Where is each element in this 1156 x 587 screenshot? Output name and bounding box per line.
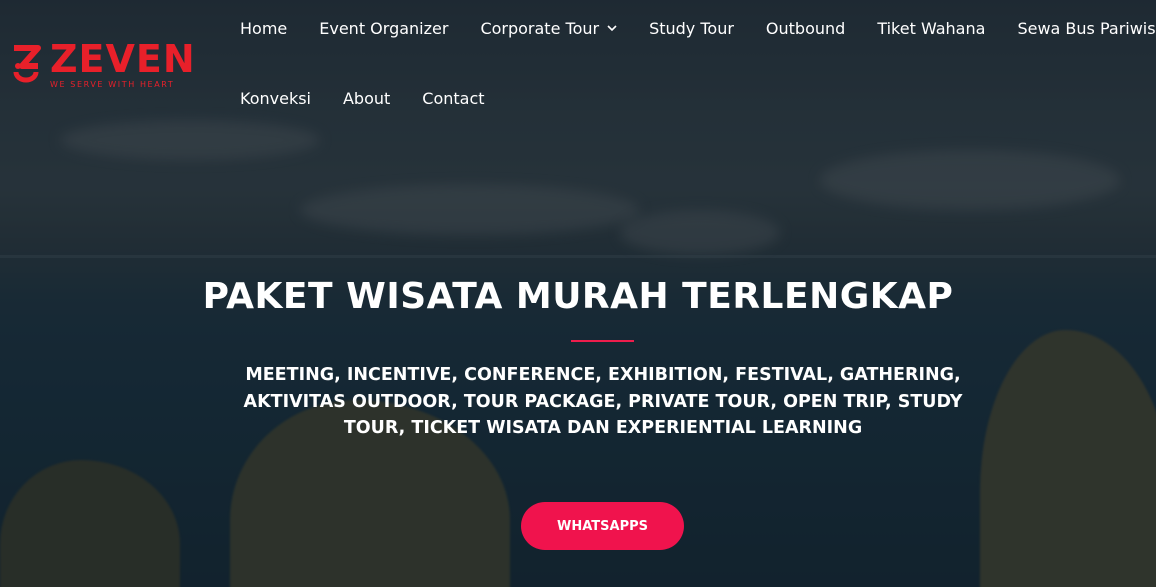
nav-item-konveksi[interactable]: Konveksi [224,89,327,108]
hero-title: PAKET WISATA MURAH TERLENGKAP [202,276,954,317]
nav-item-tiket-wahana[interactable]: Tiket Wahana [861,19,1001,38]
nav-item-home[interactable]: Home [224,19,303,38]
nav-label: Contact [422,88,485,108]
zeven-logo-mark-icon [13,44,41,82]
nav-item-sewa-bus-pariwisata[interactable]: Sewa Bus Pariwisata [1001,19,1156,38]
nav-item-study-tour[interactable]: Study Tour [633,19,750,38]
main-navigation: Home Event Organizer Corporate Tour Stud… [224,0,1156,126]
nav-label: About [342,88,391,108]
nav-label: Event Organizer [319,18,449,38]
nav-item-outbound[interactable]: Outbound [750,19,861,38]
nav-item-about[interactable]: About [327,89,406,108]
nav-label: Study Tour [649,18,734,38]
nav-label: Home [240,18,288,38]
nav-label: Outbound [765,18,846,38]
nav-label: Corporate Tour [480,18,600,38]
nav-item-corporate-tour[interactable]: Corporate Tour [464,19,633,38]
nav-label: Konveksi [240,88,311,108]
nav-item-contact[interactable]: Contact [406,89,500,108]
hero-subtitle: MEETING, INCENTIVE, CONFERENCE, EXHIBITI… [243,365,963,438]
chevron-down-icon [607,25,617,32]
brand-logo[interactable]: ZEVEN WE SERVE WITH HEART [10,40,196,89]
whatsapp-button[interactable]: WHATSAPPS [521,502,684,550]
title-divider [571,340,634,342]
nav-row: Konveksi About Contact [224,70,1154,126]
brand-tagline: WE SERVE WITH HEART [50,80,175,89]
nav-label: Tiket Wahana [877,18,986,38]
nav-row: Home Event Organizer Corporate Tour Stud… [224,0,1156,56]
logo-text: ZEVEN WE SERVE WITH HEART [50,40,196,89]
nav-label: Sewa Bus Pariwisata [1017,18,1156,38]
nav-item-event-organizer[interactable]: Event Organizer [303,19,464,38]
brand-name: ZEVEN [50,37,196,81]
